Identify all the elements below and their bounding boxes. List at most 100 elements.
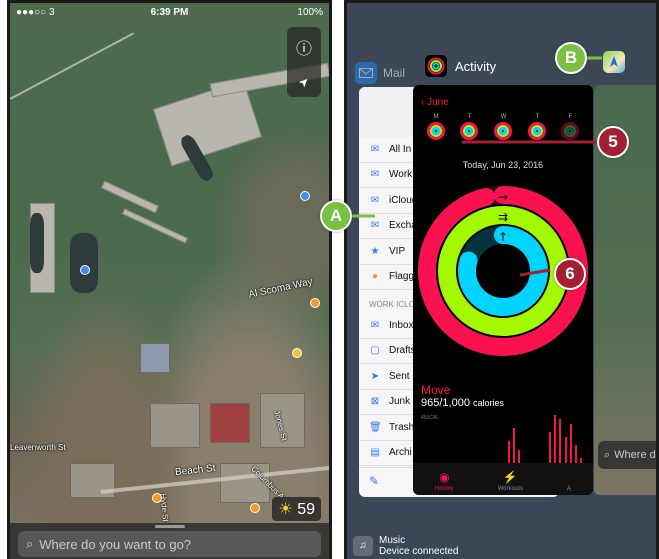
music-subtitle: Device connected <box>379 546 459 557</box>
poi-pin[interactable] <box>250 503 260 513</box>
week-day-letters: MTWTF <box>413 110 593 120</box>
move-bar <box>569 423 572 467</box>
mailbox-label: Work <box>389 169 413 181</box>
poi-pin[interactable] <box>80 265 90 275</box>
satellite-map[interactable] <box>10 3 329 559</box>
mail-app-icon <box>355 62 377 84</box>
mailbox-icon: ▢ <box>370 345 380 357</box>
activity-app-card[interactable]: ‹ June M T W T F Today, Jun 23, 2016 → ⇉ ↑ M… <box>413 85 593 495</box>
mailbox-label: Sent <box>389 370 410 382</box>
chart-axis-label: 450CAL <box>421 415 440 421</box>
activity-tab-bar: ◉ History ⚡ Workouts A <box>413 463 593 495</box>
day-ring[interactable] <box>527 122 546 140</box>
back-to-month[interactable]: ‹ June <box>413 85 593 110</box>
mailbox-label: VIP <box>389 245 406 257</box>
sun-icon: ☀ <box>278 501 293 518</box>
maps-app-icon[interactable] <box>603 51 625 73</box>
tab-achievements-label: A <box>566 486 571 492</box>
music-title: Music <box>379 535 406 546</box>
search-icon: ⌕ <box>26 536 34 551</box>
mailbox-label: Inbox <box>389 319 414 331</box>
mailbox-label: Junk <box>389 396 411 408</box>
drag-handle[interactable] <box>154 525 185 528</box>
day-ring[interactable] <box>426 122 445 140</box>
mailbox-icon: ➤ <box>370 370 380 382</box>
mailbox-icon: ✉ <box>370 194 380 206</box>
activity-app-icon <box>425 55 447 77</box>
move-bar <box>554 415 557 467</box>
mailbox-icon: ★ <box>370 245 380 257</box>
tab-workouts[interactable]: ⚡ Workouts <box>498 470 523 492</box>
mail-app-name: Mail <box>383 66 406 80</box>
info-icon[interactable]: ⓘ <box>296 35 312 59</box>
mailbox-icon: ✉ <box>370 169 380 181</box>
week-day-letter: T <box>535 114 540 120</box>
activity-app-header: Activity <box>425 55 496 77</box>
search-input[interactable]: ⌕ Where do you want to go? <box>18 531 321 557</box>
move-bar <box>513 428 516 467</box>
week-day-letter: T <box>467 114 472 120</box>
clock: 6:39 PM <box>150 6 189 18</box>
poi-pin[interactable] <box>152 493 162 503</box>
activity-date: Today, Jun 23, 2016 <box>462 160 544 170</box>
move-bar <box>559 419 562 467</box>
day-ring[interactable] <box>460 122 479 140</box>
callout-6: 6 <box>554 258 586 290</box>
mailbox-icon: 🗑 <box>369 421 382 433</box>
music-note-icon: ♫ <box>353 536 373 556</box>
mailbox-icon: ▤ <box>370 447 380 459</box>
music-notification[interactable]: ♫ Music Device connected <box>353 535 459 557</box>
week-rings <box>413 120 593 140</box>
month-label: June <box>427 97 449 108</box>
poi-pin[interactable] <box>300 191 310 201</box>
tab-history[interactable]: ◉ History <box>435 470 454 492</box>
tab-history-label: History <box>435 486 454 492</box>
map-controls: ⓘ ➤ <box>287 27 321 97</box>
move-hourly-chart: 450CAL <box>421 415 585 467</box>
mailbox-label: Trash <box>389 421 415 433</box>
exercise-arrow-icon: ⇉ <box>498 210 508 224</box>
mailbox-label: Flagg <box>389 271 415 283</box>
poi-pin[interactable] <box>292 348 302 358</box>
tab-workouts-label: Workouts <box>497 486 523 492</box>
maps-screen: ●●●○○ 3 6:39 PM 100% ⓘ ➤ Al Scoma Way Be… <box>7 0 332 559</box>
chevron-left-icon: ‹ <box>421 97 425 108</box>
mailbox-label: Drafts <box>389 345 416 357</box>
mailbox-icon: ⊠ <box>370 396 380 408</box>
mailbox-label: Archi <box>389 447 412 459</box>
maps-card-search-text: Where do <box>614 449 659 461</box>
day-ring[interactable] <box>561 122 580 140</box>
move-arrow-icon: → <box>498 190 508 204</box>
move-bar <box>549 432 552 467</box>
carrier-signal: ●●●○○ 3 <box>16 6 55 18</box>
temperature: 59 <box>297 501 315 518</box>
mailbox-icon: ✉ <box>370 143 380 155</box>
week-day-letter: F <box>568 114 573 120</box>
battery-level: 100% <box>297 6 323 18</box>
status-bar: ●●●○○ 3 6:39 PM 100% <box>10 3 329 21</box>
maps-card-search: ⌕ Where do <box>598 441 659 469</box>
week-day-letter: W <box>500 114 507 120</box>
weather-badge: ☀ 59 <box>272 497 321 521</box>
workouts-icon: ⚡ <box>502 470 518 484</box>
day-ring[interactable] <box>493 122 512 140</box>
search-icon: ⌕ <box>604 448 611 461</box>
maps-search-panel: ⌕ Where do you want to go? <box>10 523 329 559</box>
tab-achievements[interactable]: A <box>567 484 571 492</box>
callout-a: A <box>320 200 352 232</box>
compose-icon[interactable]: ✎ <box>369 474 379 488</box>
poi-pin[interactable] <box>310 298 320 308</box>
mailbox-icon: ● <box>371 271 379 283</box>
move-unit: calories <box>473 398 505 408</box>
search-placeholder: Where do you want to go? <box>39 536 192 552</box>
location-arrow-icon[interactable]: ➤ <box>295 73 312 90</box>
mailbox-icon: ✉ <box>370 319 380 331</box>
move-title: Move <box>421 383 451 397</box>
street-label-leavenworth: Leavenworth St <box>10 443 66 452</box>
app-switcher-screen: Mail Activity ✉ All In ✉ Work ✉ iCloud ✉ Excha ★… <box>344 0 659 559</box>
stand-arrow-icon: ↑ <box>498 230 508 244</box>
history-icon: ◉ <box>439 470 450 484</box>
move-number: 965/1,000 <box>421 397 470 409</box>
activity-app-name: Activity <box>455 58 497 74</box>
mailbox-icon: ✉ <box>370 220 380 232</box>
